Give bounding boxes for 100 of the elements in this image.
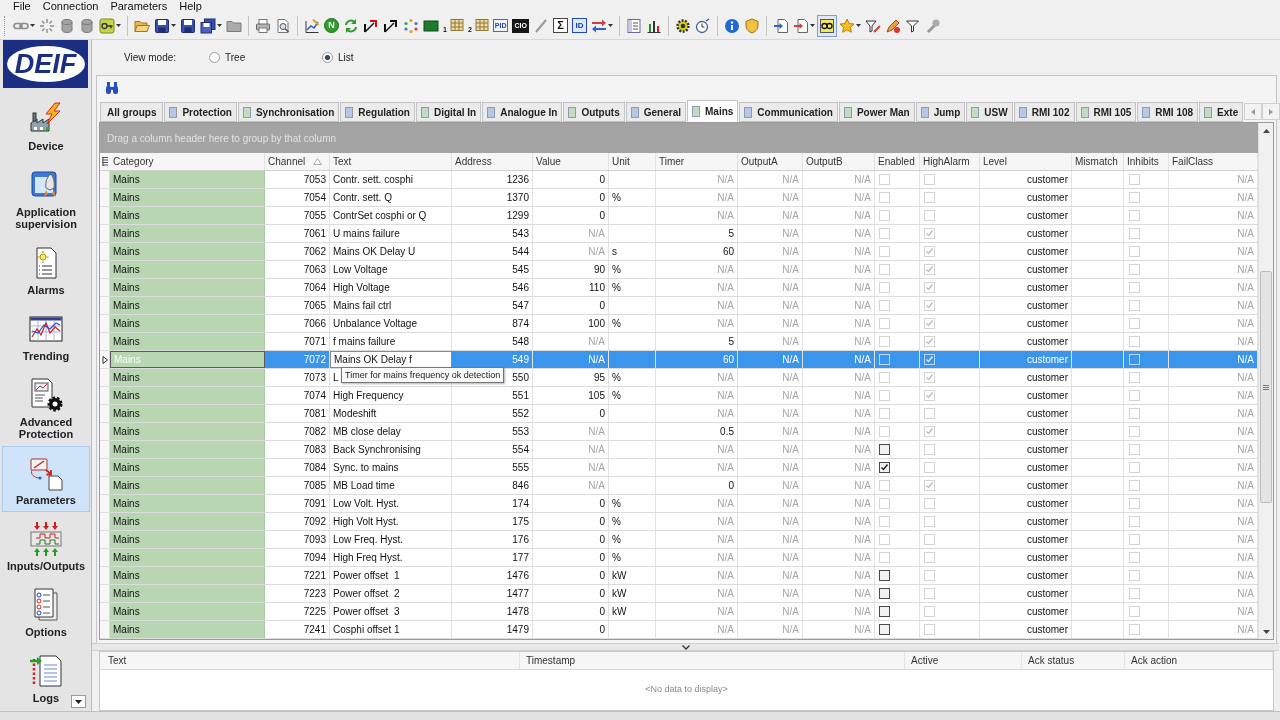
column-header[interactable]: Text <box>330 153 452 170</box>
tab[interactable]: USW <box>966 102 1013 122</box>
column-header[interactable]: Timer <box>656 153 738 170</box>
column-header[interactable]: Ack status <box>1022 652 1125 669</box>
table-cell: N/A <box>533 477 609 494</box>
tab[interactable]: RMI 108 <box>1137 102 1199 122</box>
column-header[interactable]: OutputB <box>803 153 875 170</box>
table-cell: 1478 <box>452 603 533 620</box>
table-cell: 1299 <box>452 207 533 224</box>
tab[interactable]: Jump <box>915 102 966 122</box>
scrollbar-track[interactable] <box>1258 123 1273 639</box>
toolbar-button[interactable] <box>816 14 837 37</box>
tab[interactable]: RMI 102 <box>1013 102 1075 122</box>
column-header[interactable]: Value <box>533 153 609 170</box>
column-header[interactable]: Category <box>110 153 265 170</box>
toolbar-button[interactable]: Σ <box>552 18 568 33</box>
list-icon[interactable] <box>102 157 108 166</box>
table-row[interactable]: Mains 7225 Power offset 3 1478 0 kW N/A N/A N/A customer N/A <box>100 603 1258 621</box>
column-header[interactable]: Ack action <box>1125 652 1273 669</box>
table-row[interactable]: Mains 7072 Mains OK Delay f 549 N/A 60 N/A N/A customer N/A <box>100 351 1258 369</box>
tab[interactable]: RMI 105 <box>1075 102 1137 122</box>
tab[interactable]: Digital In <box>415 102 482 122</box>
tab[interactable]: Communication <box>739 102 838 122</box>
tab[interactable]: General <box>625 102 686 122</box>
table-row[interactable]: Mains 7223 Power offset 2 1477 0 kW N/A N/A N/A customer N/A <box>100 585 1258 603</box>
table-cell: 7064 <box>265 279 330 296</box>
filter-icon <box>904 17 921 34</box>
tab[interactable]: Exte <box>1199 102 1244 122</box>
table-row[interactable]: Mains 7083 Back Synchronising 554 N/A N/A N/A N/A customer N/A <box>100 441 1258 459</box>
column-header[interactable]: Active <box>905 652 1022 669</box>
sidebar-item[interactable]: Application supervision <box>2 158 90 236</box>
sidebar-item[interactable]: Alarms <box>2 236 90 302</box>
table-cell: % <box>609 549 656 566</box>
toolbar-button[interactable]: ID <box>571 18 587 33</box>
tab[interactable]: Regulation <box>340 102 415 122</box>
table-row[interactable]: Mains 7241 Cosphi offset 1 1479 0 N/A N/A N/A customer N/A <box>100 621 1258 639</box>
table-cell: N/A <box>656 279 738 296</box>
tab[interactable]: All groups <box>100 102 164 122</box>
table-cell: customer <box>980 477 1072 494</box>
menu-item[interactable]: Connection <box>36 0 105 12</box>
row-header[interactable] <box>100 351 110 368</box>
radio-icon[interactable] <box>322 52 333 63</box>
documents-arrows-icon <box>28 455 64 491</box>
menu-item[interactable]: File <box>7 0 37 12</box>
checkbox[interactable] <box>879 588 890 599</box>
sidebar-item[interactable]: Options <box>2 578 90 644</box>
table-cell: N/A <box>656 495 738 512</box>
menu-item[interactable]: Help <box>173 0 208 12</box>
tab[interactable]: Protection <box>164 102 237 122</box>
arrow-up-icon <box>1262 128 1270 133</box>
column-header[interactable]: Unit <box>609 153 656 170</box>
tab[interactable]: Synchronisation <box>237 102 340 122</box>
find-button[interactable] <box>104 80 120 96</box>
table-row[interactable]: Mains 7084 Sync. to mains 555 N/A N/A N/A N/A customer N/A <box>100 459 1258 477</box>
tab[interactable]: Outputs <box>563 102 625 122</box>
table-cell: N/A <box>738 441 803 458</box>
column-header[interactable]: Text <box>100 652 520 669</box>
tab[interactable]: Mains <box>687 100 739 122</box>
radio-option[interactable]: Tree <box>209 50 322 65</box>
tab[interactable]: Analogue In <box>482 102 563 122</box>
tab[interactable]: Power Man <box>838 102 915 122</box>
scrollbar-thumb[interactable] <box>1260 271 1272 503</box>
table-cell: N/A <box>803 387 875 404</box>
table-cell: 100 <box>533 315 609 332</box>
column-header[interactable]: Level <box>980 153 1072 170</box>
table-cell: customer <box>980 423 1072 440</box>
database-icon <box>79 17 95 34</box>
column-header[interactable]: HighAlarm <box>920 153 980 170</box>
table-cell: 1479 <box>452 621 533 638</box>
table-row[interactable]: Mains 7221 Power offset 1 1476 0 kW N/A N/A N/A customer N/A <box>100 567 1258 585</box>
menu-item[interactable]: Parameters <box>104 0 174 12</box>
sidebar-item[interactable]: Device <box>2 92 90 158</box>
column-header[interactable]: Enabled <box>875 153 920 170</box>
column-header[interactable]: Mismatch <box>1072 153 1124 170</box>
grid-icon <box>472 17 489 34</box>
radio-icon[interactable] <box>209 52 220 63</box>
column-header[interactable]: Channel <box>265 153 330 170</box>
table-cell: Low Volt. Hyst. <box>330 495 452 512</box>
table-cell: 7055 <box>265 207 330 224</box>
table-cell: High Frequency <box>330 387 452 404</box>
radio-option[interactable]: List <box>322 50 354 65</box>
column-header[interactable]: Inhibits <box>1124 153 1169 170</box>
sidebar-item[interactable]: Inputs/Outputs <box>2 512 90 578</box>
checkbox[interactable] <box>879 606 890 617</box>
gear-icon <box>674 17 691 34</box>
chart-pencil-icon <box>304 17 320 34</box>
column-header[interactable]: Address <box>452 153 533 170</box>
sidebar-item[interactable]: Advanced Protection <box>2 368 90 446</box>
sidebar-item[interactable]: Trending <box>2 302 90 368</box>
checkbox[interactable] <box>879 570 890 581</box>
sidebar-item[interactable]: Parameters <box>2 446 90 512</box>
checkbox[interactable] <box>879 444 890 455</box>
checkbox[interactable] <box>879 462 890 473</box>
column-header[interactable]: OutputA <box>738 153 803 170</box>
table-cell: N/A <box>803 369 875 386</box>
dropdown-button[interactable] <box>71 695 86 708</box>
checkbox[interactable] <box>879 624 890 635</box>
column-header[interactable]: Timestamp <box>520 652 905 669</box>
table-cell: Mains <box>110 423 265 440</box>
stopwatch-icon <box>694 17 711 34</box>
